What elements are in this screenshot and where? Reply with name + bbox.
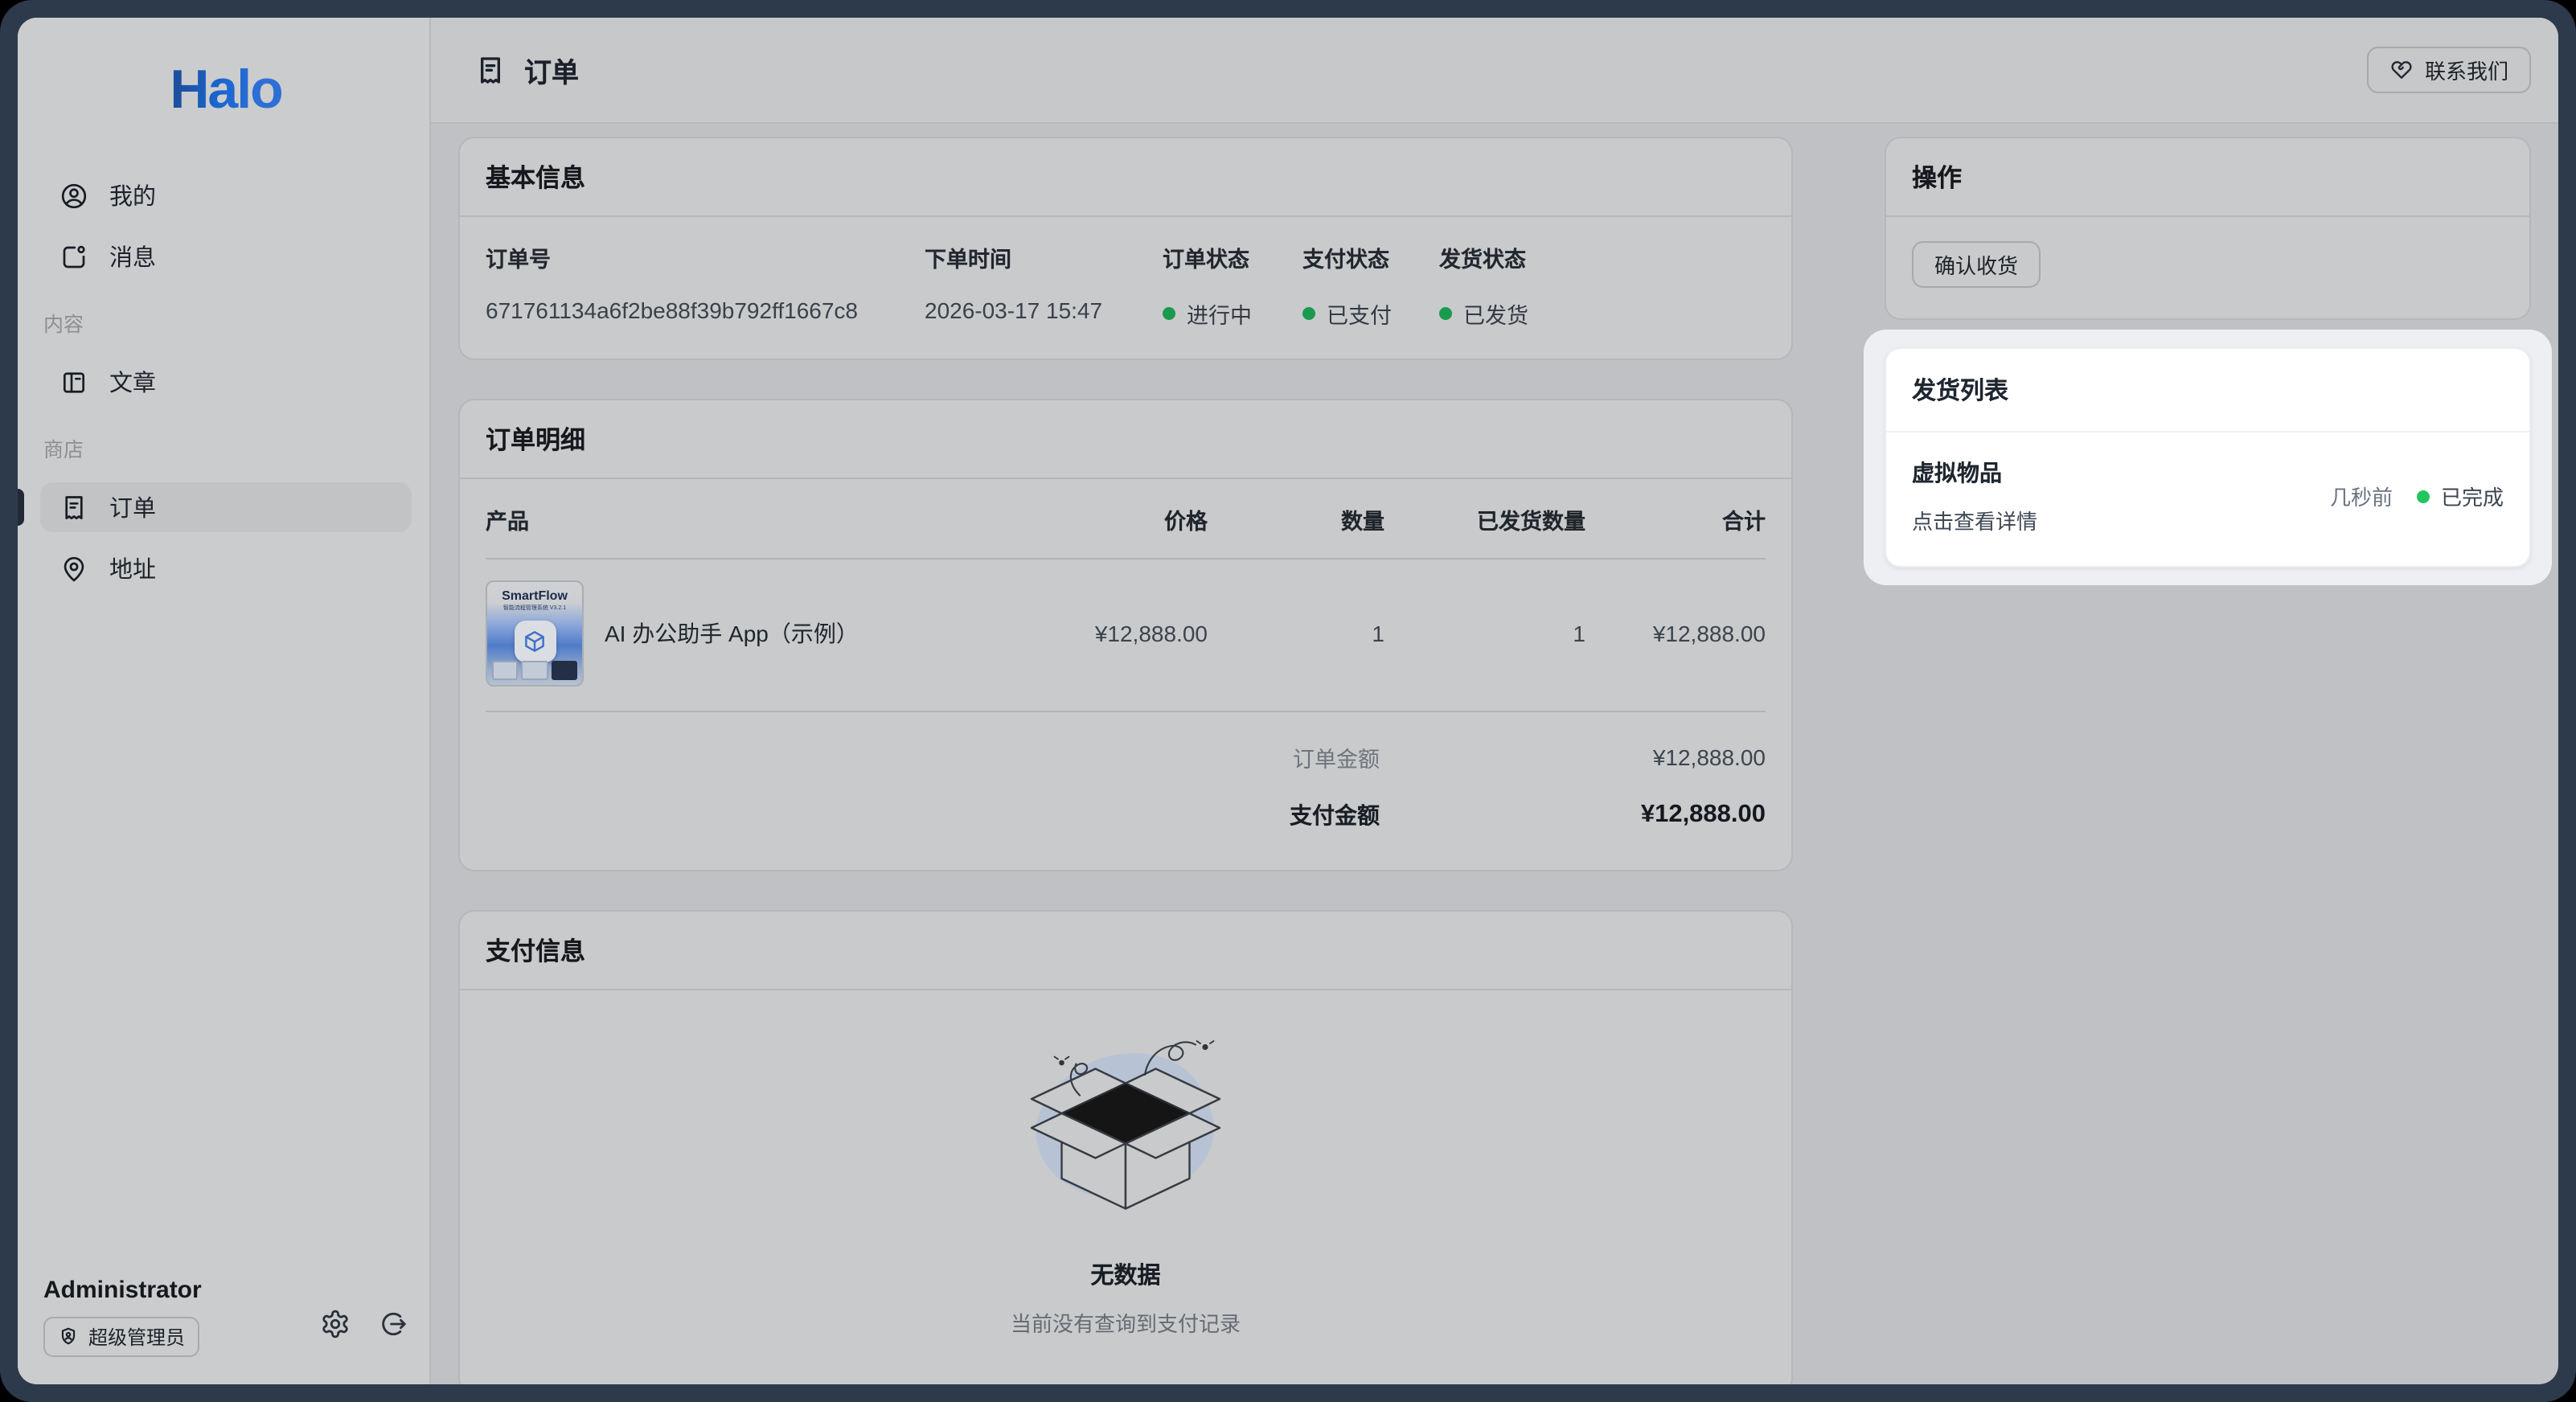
- card-title: 基本信息: [486, 166, 585, 193]
- summary-paid-amount: 支付金额 ¥12,888.00: [486, 786, 1766, 844]
- sidebar-item-label: 我的: [109, 178, 156, 212]
- thumbnail-screenshots: [492, 661, 577, 680]
- field-order-time: 下单时间 2026-03-17 15:47: [925, 241, 1163, 330]
- payment-status-value: 已支付: [1327, 297, 1392, 330]
- shipment-item-hint: 点击查看详情: [1912, 505, 2037, 535]
- actions-card: 操作 确认收货: [1885, 137, 2531, 320]
- role-badge: 超级管理员: [43, 1317, 199, 1357]
- admin-app: Halo 我的 消息 内容 文章 商店: [18, 18, 2558, 1384]
- sidebar-footer: Administrator 超级管理员: [40, 1277, 412, 1384]
- cell-quantity: 1: [1208, 621, 1384, 646]
- app-cube-icon: [514, 621, 556, 662]
- card-title: 发货列表: [1912, 378, 2008, 405]
- field-payment-status: 支付状态 已支付: [1302, 241, 1439, 330]
- basic-info-card: 基本信息 订单号 671761134a6f2be88f39b792ff1667c…: [458, 137, 1793, 360]
- card-title: 支付信息: [486, 939, 585, 966]
- sidebar-item-addresses[interactable]: 地址: [40, 543, 412, 593]
- right-column: 操作 确认收货 发货列表 虚拟物品 点击查看详情: [1885, 137, 2531, 585]
- status-dot: [1163, 307, 1175, 320]
- page-header: 订单 联系我们: [431, 18, 2558, 124]
- contact-us-button[interactable]: 联系我们: [2367, 47, 2531, 93]
- thumbnail-title: SmartFlow: [487, 588, 582, 603]
- payment-info-card: 支付信息: [458, 910, 1793, 1384]
- contact-us-label: 联系我们: [2425, 55, 2508, 85]
- field-shipping-status: 发货状态 已发货: [1439, 241, 1766, 330]
- empty-state-title: 无数据: [1091, 1257, 1161, 1291]
- empty-state-description: 当前没有查询到支付记录: [1011, 1307, 1241, 1338]
- cell-shipped-quantity: 1: [1384, 621, 1585, 646]
- column-total: 合计: [1585, 503, 1766, 535]
- shipment-item-time: 几秒前: [2330, 481, 2393, 511]
- sidebar-section-content: 内容: [43, 307, 412, 338]
- sidebar-item-mine[interactable]: 我的: [40, 170, 412, 220]
- current-user-name: Administrator: [43, 1277, 408, 1304]
- thumb-screenshot: [522, 661, 548, 680]
- order-status-value: 进行中: [1187, 297, 1252, 330]
- field-order-status: 订单状态 进行中: [1163, 241, 1302, 330]
- field-order-number: 订单号 671761134a6f2be88f39b792ff1667c8: [486, 241, 925, 330]
- sidebar-item-articles[interactable]: 文章: [40, 357, 412, 407]
- notification-square-icon: [59, 242, 88, 271]
- status-dot: [2417, 490, 2430, 502]
- thumbnail-subtitle: 智能流程管理系统 V3.2.1: [487, 605, 582, 613]
- user-circle-icon: [59, 181, 88, 210]
- active-indicator: [18, 489, 24, 526]
- table-header: 产品 价格 数量 已发货数量 合计: [486, 479, 1766, 560]
- column-product: 产品: [486, 503, 1031, 535]
- product-name[interactable]: AI 办公助手 App（示例）: [605, 617, 859, 650]
- empty-box-illustration: [1005, 1032, 1246, 1238]
- sidebar-item-label: 消息: [109, 240, 156, 273]
- order-details-card: 订单明细 产品 价格 数量 已发货数量 合计 SmartFl: [458, 399, 1793, 871]
- confirm-receipt-button[interactable]: 确认收货: [1912, 241, 2041, 288]
- confirm-receipt-label: 确认收货: [1934, 249, 2018, 280]
- cell-total: ¥12,888.00: [1585, 621, 1766, 646]
- thumb-screenshot: [551, 661, 577, 680]
- map-pin-icon: [59, 554, 88, 583]
- card-title: 订单明细: [486, 428, 585, 455]
- shipment-list-card: 发货列表 虚拟物品 点击查看详情 几秒前 已完成: [1885, 347, 2531, 568]
- content-area: 基本信息 订单号 671761134a6f2be88f39b792ff1667c…: [431, 124, 2558, 1384]
- settings-button[interactable]: [320, 1309, 351, 1339]
- article-icon: [59, 367, 88, 396]
- app-window: Halo 我的 消息 内容 文章 商店: [0, 0, 2576, 1402]
- shield-user-icon: [58, 1326, 79, 1347]
- left-column: 基本信息 订单号 671761134a6f2be88f39b792ff1667c…: [458, 137, 1793, 1384]
- halo-logo[interactable]: Halo: [170, 59, 281, 122]
- sidebar-item-label: 订单: [109, 490, 156, 524]
- sidebar-item-label: 文章: [109, 365, 156, 399]
- sidebar-section-store: 商店: [43, 432, 412, 463]
- column-price: 价格: [1031, 503, 1208, 535]
- column-shipped-quantity: 已发货数量: [1384, 503, 1585, 535]
- role-badge-label: 超级管理员: [88, 1323, 185, 1351]
- sidebar-nav: 我的 消息 内容 文章 商店 订单: [40, 170, 412, 1277]
- table-row: SmartFlow 智能流程管理系统 V3.2.1: [486, 560, 1766, 712]
- logout-button[interactable]: [378, 1309, 408, 1339]
- card-title: 操作: [1912, 166, 1962, 193]
- page-title: 订单: [524, 50, 579, 90]
- column-quantity: 数量: [1208, 503, 1384, 535]
- cell-price: ¥12,888.00: [1031, 621, 1208, 646]
- sidebar: Halo 我的 消息 内容 文章 商店: [18, 18, 431, 1384]
- order-time-value: 2026-03-17 15:47: [925, 297, 1163, 323]
- product-thumbnail[interactable]: SmartFlow 智能流程管理系统 V3.2.1: [486, 580, 584, 687]
- gear-icon: [320, 1309, 351, 1339]
- status-dot: [1302, 307, 1315, 320]
- summary-order-amount: 订单金额 ¥12,888.00: [486, 728, 1766, 786]
- receipt-icon: [474, 54, 507, 86]
- status-dot: [1439, 307, 1452, 320]
- receipt-icon: [59, 493, 88, 522]
- heart-handshake-icon: [2389, 58, 2414, 82]
- shipment-item[interactable]: 虚拟物品 点击查看详情 几秒前 已完成: [1886, 432, 2529, 566]
- shipment-item-status: 已完成: [2441, 481, 2504, 511]
- logout-icon: [378, 1309, 408, 1339]
- shipping-status-value: 已发货: [1463, 297, 1528, 330]
- main-area: 订单 联系我们 基本信息 订单号 671761134a6f2be88f39b79…: [431, 18, 2558, 1384]
- tour-highlight: 发货列表 虚拟物品 点击查看详情 几秒前 已完成: [1864, 330, 2552, 585]
- sidebar-item-messages[interactable]: 消息: [40, 232, 412, 281]
- order-number-value: 671761134a6f2be88f39b792ff1667c8: [486, 297, 925, 323]
- thumb-screenshot: [492, 661, 519, 680]
- sidebar-item-orders[interactable]: 订单: [40, 482, 412, 532]
- sidebar-item-label: 地址: [109, 551, 156, 585]
- shipment-item-name: 虚拟物品: [1912, 457, 2037, 489]
